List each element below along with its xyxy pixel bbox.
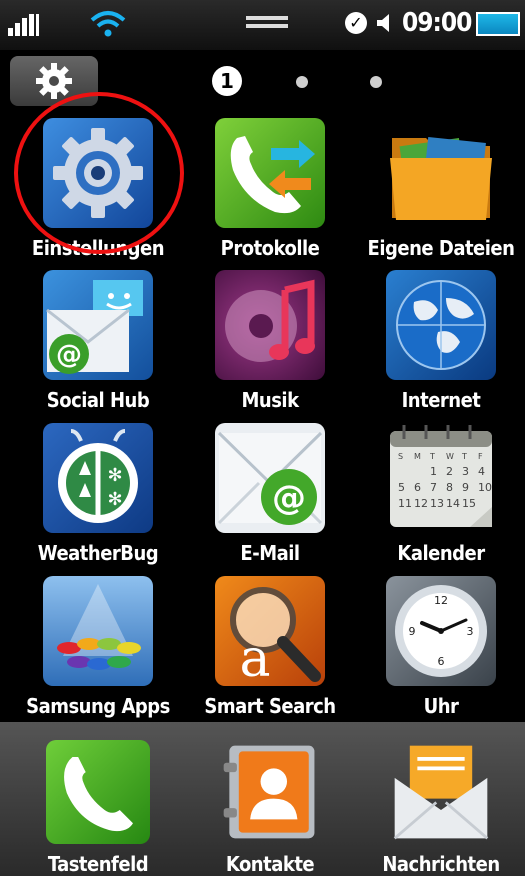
app-social-hub[interactable]: @ Social Hub [12, 270, 184, 412]
app-kalender[interactable]: SMTWTF 1 2 3 4 5 6 7 8 9 10 11 12 13 14 15 Kalender [355, 423, 525, 565]
calendar-weekday: M [414, 452, 421, 461]
email-icon: @ [215, 423, 325, 533]
folder-icon [386, 118, 496, 228]
app-label: Musik [241, 388, 299, 412]
calendar-day: 14 [446, 497, 460, 510]
app-label: WeatherBug [37, 541, 159, 565]
app-label: Kalender [397, 541, 485, 565]
volume-icon [377, 14, 389, 32]
svg-text:6: 6 [438, 655, 445, 668]
clock-time: 09:00 [402, 8, 472, 38]
phone-icon [46, 740, 150, 844]
calendar-weekday: F [478, 452, 483, 461]
calendar-day: 3 [462, 465, 469, 478]
gear-icon [36, 63, 72, 99]
page-indicator-current[interactable]: 1 [212, 66, 242, 96]
page-indicator-dot[interactable] [296, 76, 308, 88]
calendar-day: 11 [398, 497, 412, 510]
app-internet[interactable]: Internet [355, 270, 525, 412]
call-log-icon [215, 118, 325, 228]
svg-text:9: 9 [409, 625, 416, 638]
weatherbug-icon: ✻ ✻ [43, 423, 153, 533]
app-label: Protokolle [220, 236, 320, 260]
calendar-day: 13 [430, 497, 444, 510]
calendar-weekday: T [429, 452, 435, 461]
calendar-day: 6 [414, 481, 421, 494]
app-label: Samsung Apps [26, 694, 170, 718]
clock-icon: 12 3 6 9 [386, 576, 496, 686]
app-label: Tastenfeld [47, 852, 149, 876]
calendar-day: 7 [430, 481, 437, 494]
app-uhr[interactable]: 12 3 6 9 Uhr [355, 576, 525, 718]
calendar-day: 15 [462, 497, 476, 510]
dock-nachrichten[interactable]: Nachrichten [355, 740, 525, 876]
calendar-weekday: T [461, 452, 467, 461]
dock-kontakte[interactable]: Kontakte [184, 740, 356, 876]
page-indicator-dot[interactable] [370, 76, 382, 88]
app-samsung-apps[interactable]: Samsung Apps [12, 576, 184, 718]
app-weatherbug[interactable]: ✻ ✻ WeatherBug [12, 423, 184, 565]
social-hub-icon: @ [43, 270, 153, 380]
app-eigene-dateien[interactable]: Eigene Dateien [355, 118, 525, 260]
app-label: Uhr [423, 694, 459, 718]
app-label: Internet [401, 388, 481, 412]
calendar-day: 5 [398, 481, 405, 494]
battery-icon [476, 12, 520, 36]
calendar-day: 12 [414, 497, 428, 510]
calendar-day: 2 [446, 465, 453, 478]
app-protokolle[interactable]: Protokolle [184, 118, 356, 260]
dock: Tastenfeld Kontakte Nachrichten [0, 722, 525, 876]
app-smart-search[interactable]: a Smart Search [184, 576, 356, 718]
wifi-icon [90, 11, 126, 37]
app-label: E-Mail [240, 541, 300, 565]
alarm-icon: ✓ [345, 12, 367, 34]
highlight-circle [14, 92, 184, 254]
app-label: Eigene Dateien [367, 236, 515, 260]
calendar-day: 9 [462, 481, 469, 494]
status-bar: ✓ 09:00 [0, 0, 525, 50]
svg-text:@: @ [56, 340, 82, 370]
signal-icon [8, 14, 44, 36]
page-indicator[interactable]: 1 [212, 64, 392, 98]
svg-text:a: a [239, 629, 270, 686]
globe-icon [386, 270, 496, 380]
app-label: Smart Search [204, 694, 336, 718]
app-label: Social Hub [46, 388, 150, 412]
app-e-mail[interactable]: @ E-Mail [184, 423, 356, 565]
svg-text:@: @ [272, 478, 306, 518]
svg-text:12: 12 [434, 594, 448, 607]
svg-text:✻: ✻ [107, 465, 122, 486]
app-label: Kontakte [225, 852, 315, 876]
svg-text:3: 3 [467, 625, 474, 638]
messages-icon [389, 740, 493, 844]
dock-tastenfeld[interactable]: Tastenfeld [12, 740, 184, 876]
calendar-weekday: W [446, 452, 454, 461]
samsung-apps-icon [43, 576, 153, 686]
calendar-weekday: S [398, 452, 403, 461]
calendar-day: 10 [478, 481, 492, 494]
calendar-day: 4 [478, 465, 485, 478]
search-icon: a [215, 576, 325, 686]
contacts-icon [218, 740, 322, 844]
music-icon [215, 270, 325, 380]
app-label: Nachrichten [382, 852, 500, 876]
calendar-day: 8 [446, 481, 453, 494]
notification-handle[interactable] [246, 16, 288, 20]
app-musik[interactable]: Musik [184, 270, 356, 412]
svg-text:✻: ✻ [107, 489, 122, 510]
calendar-day: 1 [430, 465, 437, 478]
calendar-icon: SMTWTF 1 2 3 4 5 6 7 8 9 10 11 12 13 14 15 [386, 423, 496, 533]
